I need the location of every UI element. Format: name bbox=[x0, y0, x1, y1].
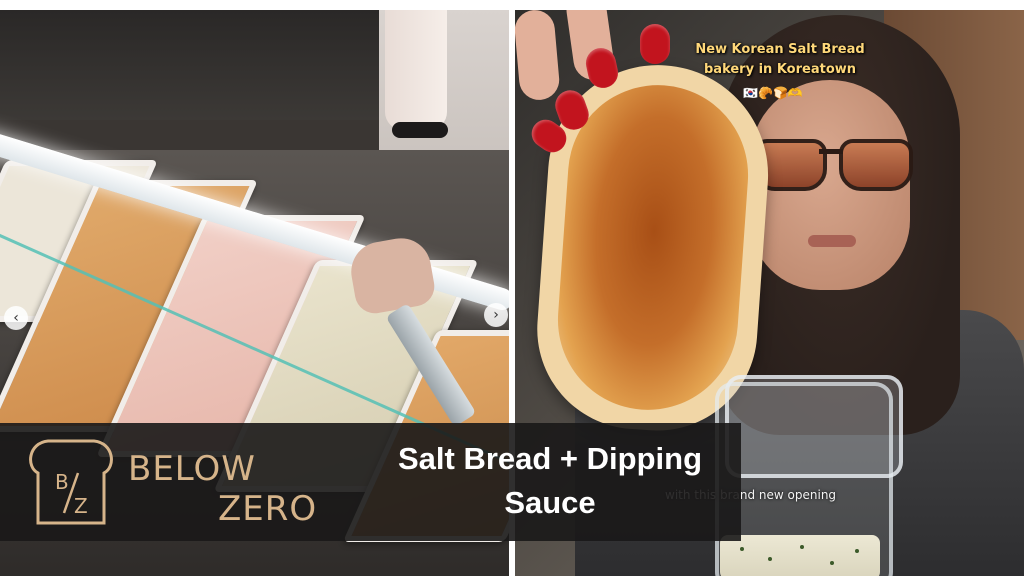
dipping-sauce bbox=[720, 535, 880, 576]
video-caption: New Korean Salt Bread bakery in Koreatow… bbox=[665, 40, 895, 80]
carousel-prev-button[interactable]: ‹ bbox=[4, 306, 28, 330]
chevron-right-icon: › bbox=[493, 307, 499, 323]
title-banner: B Z BELOW ZERO Salt Bread + Dipping Sauc… bbox=[0, 423, 741, 541]
video-caption-line2: bakery in Koreatown bbox=[703, 62, 857, 77]
caption-emoji: 🇰🇷🥐🍞🫶 bbox=[743, 86, 803, 100]
brand-line1: BELOW bbox=[128, 449, 256, 489]
video-caption-line1: New Korean Salt Bread bbox=[695, 42, 865, 57]
brand-line2: ZERO bbox=[218, 489, 318, 529]
chevron-left-icon: ‹ bbox=[13, 310, 19, 326]
carousel-next-button[interactable]: › bbox=[484, 303, 508, 327]
logo-monogram-z: Z bbox=[74, 494, 88, 518]
logo-monogram-b: B bbox=[55, 470, 69, 494]
finger bbox=[515, 10, 561, 102]
sunglasses bbox=[753, 135, 913, 191]
server-arm bbox=[385, 10, 447, 130]
bread-logo-icon: B Z bbox=[29, 439, 113, 525]
person-lips bbox=[808, 235, 856, 247]
brand-name: BELOW ZERO bbox=[128, 449, 317, 529]
headline: Salt Bread + Dipping Sauce bbox=[397, 441, 703, 520]
bracelet bbox=[392, 122, 448, 138]
